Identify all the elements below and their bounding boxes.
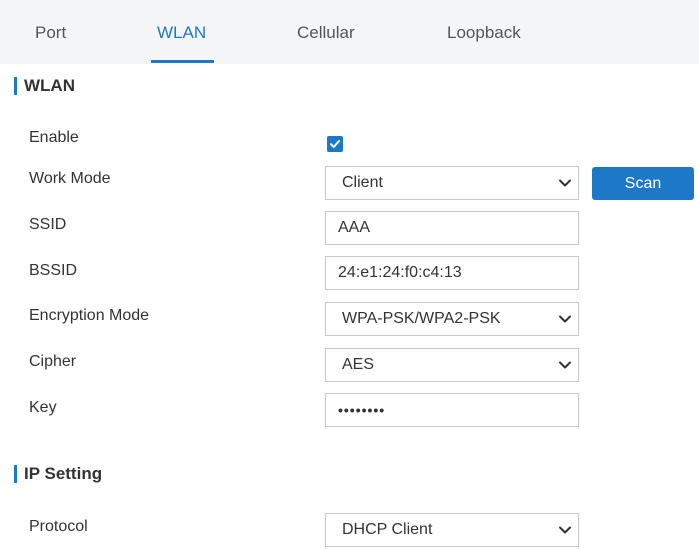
section-header-wlan: WLAN xyxy=(14,75,75,97)
section-title-ip-setting: IP Setting xyxy=(24,464,103,483)
cipher-label: Cipher xyxy=(29,353,77,370)
encryption-mode-label: Encryption Mode xyxy=(29,307,150,324)
cipher-select[interactable]: AES xyxy=(325,348,579,382)
chevron-down-icon xyxy=(552,348,578,382)
work-mode-label: Work Mode xyxy=(29,170,111,187)
tab-port[interactable]: Port xyxy=(35,0,66,64)
cipher-value: AES xyxy=(342,356,375,373)
encryption-mode-select[interactable]: WPA-PSK/WPA2-PSK xyxy=(325,302,579,336)
tab-wlan[interactable]: WLAN xyxy=(157,0,206,64)
key-label: Key xyxy=(29,399,57,416)
chevron-down-icon xyxy=(552,302,578,336)
work-mode-value: Client xyxy=(342,174,383,191)
tab-loopback[interactable]: Loopback xyxy=(447,0,521,64)
bssid-input[interactable]: 24:e1:24:f0:c4:13 xyxy=(325,256,579,290)
protocol-select[interactable]: DHCP Client xyxy=(325,513,579,547)
chevron-down-icon xyxy=(552,513,578,547)
bssid-label: BSSID xyxy=(29,262,78,279)
work-mode-select[interactable]: Client xyxy=(325,166,579,200)
section-title-wlan: WLAN xyxy=(24,76,75,95)
active-tab-indicator xyxy=(151,60,214,63)
bssid-value: 24:e1:24:f0:c4:13 xyxy=(338,264,462,281)
key-value: •••••••• xyxy=(338,402,386,418)
key-input[interactable]: •••••••• xyxy=(325,393,579,427)
chevron-down-icon xyxy=(552,166,578,200)
section-accent-bar xyxy=(14,77,17,95)
ssid-label: SSID xyxy=(29,216,67,233)
checkmark-icon xyxy=(330,140,340,148)
ssid-value: AAA xyxy=(338,219,371,236)
tab-bar: Port WLAN Cellular Loopback xyxy=(0,0,699,64)
section-header-ip-setting: IP Setting xyxy=(14,463,102,485)
enable-label: Enable xyxy=(29,129,79,146)
section-accent-bar xyxy=(14,465,17,483)
enable-checkbox[interactable] xyxy=(327,136,343,152)
protocol-label: Protocol xyxy=(29,518,88,535)
scan-button[interactable]: Scan xyxy=(592,167,694,200)
wlan-settings-page: Port WLAN Cellular Loopback WLAN Enable … xyxy=(0,0,699,560)
encryption-mode-value: WPA-PSK/WPA2-PSK xyxy=(342,310,501,327)
ssid-input[interactable]: AAA xyxy=(325,211,579,245)
tab-cellular[interactable]: Cellular xyxy=(297,0,355,64)
protocol-value: DHCP Client xyxy=(342,521,433,538)
